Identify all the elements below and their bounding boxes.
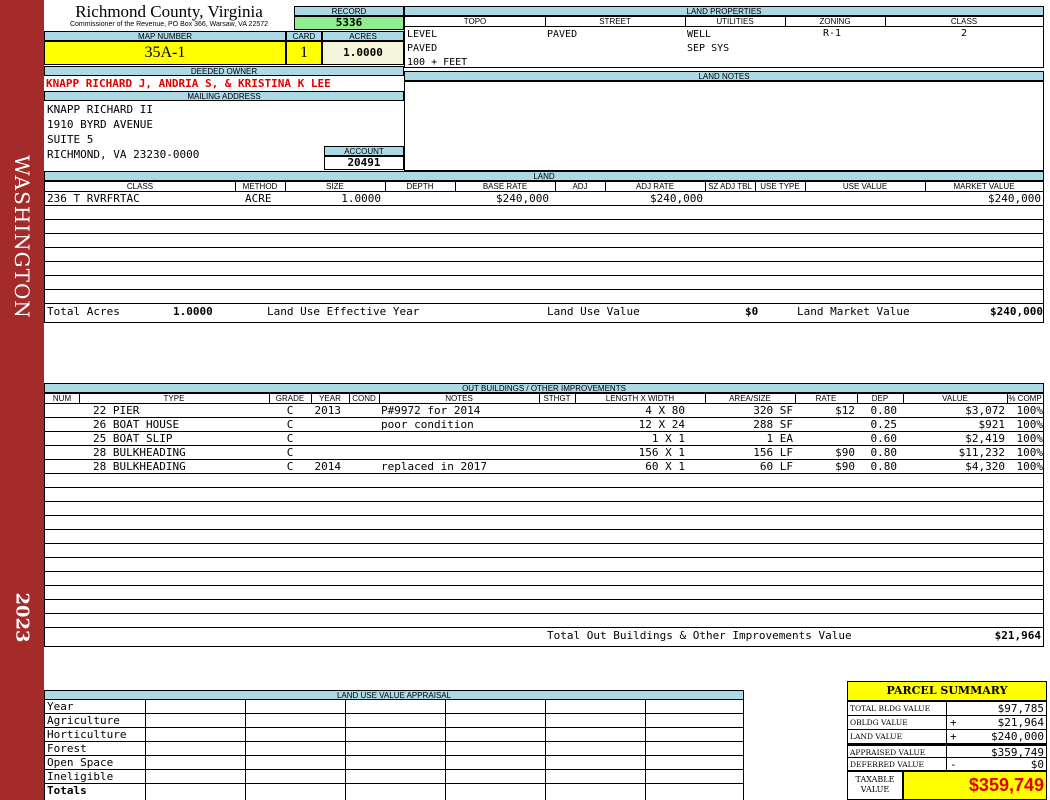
map-number: 35A-1 [44,41,286,65]
summary-row: LAND VALUE + $240,000 [848,730,1046,744]
table-row [45,474,1043,488]
street-values: PAVED [547,29,578,40]
table-row [45,600,1043,614]
table-row [45,516,1043,530]
table-row [45,572,1043,586]
mailing-address: KNAPP RICHARD II 1910 BYRD AVENUE SUITE … [47,102,199,162]
address-line: SUITE 5 [47,133,94,146]
col-topo: TOPO [463,17,487,26]
outbuildings-header: OUT BUILDINGS / OTHER IMPROVEMENTS [44,383,1044,393]
record-header: RECORD [294,6,404,16]
taxable-label: TAXABLE VALUE [847,771,903,800]
land-col-adj-rate: ADJ RATE [635,182,675,191]
class-value: 2 [961,28,968,39]
col-zoning: ZONING [819,17,851,26]
address-line: RICHMOND, VA 23230-0000 [47,148,200,161]
land-header: LAND [44,171,1044,181]
taxable-value: $359,749 [903,771,1047,800]
land-col-base-rate: BASE RATE [482,182,528,191]
county-name: WASHINGTON [10,155,34,319]
table-row [45,586,1043,600]
land-notes-box [404,81,1044,171]
parcel-summary-title: PARCEL SUMMARY [847,681,1047,701]
sidebar-year: 2023 [11,592,33,643]
land-col-sz-adj: SZ ADJ TBL [708,182,752,191]
deeded-owner: KNAPP RICHARD J, ANDRIA S, & KRISTINA K … [46,77,331,90]
zoning-value: R-1 [823,28,842,39]
account-header: ACCOUNT [324,146,404,156]
table-row: 28 BULKHEADING C 2014 replaced in 2017 60 X … [45,460,1043,474]
land-col-use-value: USE VALUE [842,182,888,191]
table-row [45,488,1043,502]
acres-value: 1.0000 [322,41,404,65]
land-notes-header: LAND NOTES [404,71,1044,81]
table-row [45,544,1043,558]
outbuildings-table: NUM TYPE GRADE YEAR COND NOTES STHGT LEN… [44,393,1044,647]
summary-row: APPRAISED VALUE $359,749 [848,744,1046,759]
col-utilities: UTILITIES [716,17,754,26]
card-value: 1 [286,41,322,65]
table-row [45,614,1043,628]
parcel-summary-table: TOTAL BLDG VALUE $97,785 OBLDG VALUE + $21,9… [847,701,1047,771]
record-value: 5336 [294,16,404,30]
summary-row: TOTAL BLDG VALUE $97,785 [848,702,1046,716]
land-col-adj: ADJ [572,182,588,191]
address-line: KNAPP RICHARD II [47,103,153,116]
title-block: Richmond County, Virginia Commissioner o… [46,3,292,31]
land-properties-header: LAND PROPERTIES [404,6,1044,16]
card-header: CARD [286,31,322,41]
page-title: Richmond County, Virginia [75,2,263,21]
land-table: CLASS METHOD SIZE DEPTH BASE RATE ADJ AD… [44,181,1044,323]
table-row [45,530,1043,544]
sidebar: WASHINGTON 2023 [0,0,44,800]
table-row [45,558,1043,572]
land-col-class: CLASS [126,182,154,191]
summary-row: DEFERRED VALUE - $0 [850,758,1044,771]
table-row [45,502,1043,516]
utilities-values: WELL SEP SYS [687,29,730,54]
summary-row: OBLDG VALUE + $21,964 [848,716,1046,730]
table-row: 28 BULKHEADING C 156 X 1 156 LF $90 0.80 $11,2… [45,446,1043,460]
account-value: 20491 [324,156,404,170]
land-col-size: SIZE [326,182,344,191]
table-row: 22 PIER C 2013 P#9972 for 2014 4 X 80 320 SF $… [45,404,1043,418]
land-col-use-type: USE TYPE [760,182,800,191]
topo-values: LEVEL PAVED 100 + FEET [407,29,468,68]
table-row: 236 T RVRFRTAC ACRE 1.0000 $240,000 $240… [45,192,1043,206]
deeded-owner-header: DEEDED OWNER [44,66,404,76]
land-col-method: METHOD [242,182,278,191]
outbuildings-total: Total Out Buildings & Other Improvements… [547,629,1041,642]
table-row: 26 BOAT HOUSE Cpoor condition 12 X 24 288 S… [45,418,1043,432]
land-col-market-value: MARKET VALUE [953,182,1015,191]
address-line: 1910 BYRD AVENUE [47,118,153,131]
map-number-header: MAP NUMBER [44,31,286,41]
mailing-address-header: MAILING ADDRESS [44,91,404,101]
col-street: STREET [599,17,631,26]
land-use-appraisal-table: Year Agriculture Horticulture Forest Ope… [44,700,744,800]
acres-header: ACRES [322,31,404,41]
col-class: CLASS [950,17,978,26]
table-row: 25 BOAT SLIP C 1 X 11 EA 0.60 $2,419 100% [45,432,1043,446]
page-subtitle: Commissioner of the Revenue, PO Box 366,… [69,21,269,28]
land-use-appraisal-header: LAND USE VALUE APPRAISAL [44,690,744,700]
land-col-depth: DEPTH [406,182,434,191]
land-totals: Total Acres 1.0000 Land Use Effective Ye… [47,305,1043,318]
land-properties-box: TOPO STREET UTILITIES ZONING CLASS LEVEL… [404,16,1044,68]
